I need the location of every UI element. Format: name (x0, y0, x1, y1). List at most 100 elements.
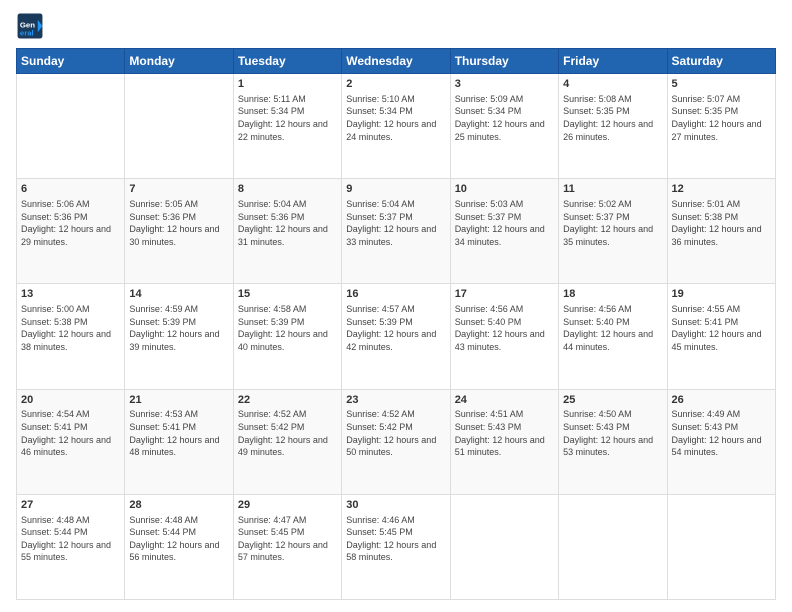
calendar-cell: 16Sunrise: 4:57 AMSunset: 5:39 PMDayligh… (342, 284, 450, 389)
calendar-cell: 30Sunrise: 4:46 AMSunset: 5:45 PMDayligh… (342, 494, 450, 599)
day-info: Sunrise: 4:48 AMSunset: 5:44 PMDaylight:… (21, 514, 120, 564)
day-info: Sunrise: 5:09 AMSunset: 5:34 PMDaylight:… (455, 93, 554, 143)
day-info: Sunrise: 4:47 AMSunset: 5:45 PMDaylight:… (238, 514, 337, 564)
day-number: 22 (238, 393, 337, 408)
calendar-cell: 23Sunrise: 4:52 AMSunset: 5:42 PMDayligh… (342, 389, 450, 494)
day-info: Sunrise: 4:46 AMSunset: 5:45 PMDaylight:… (346, 514, 445, 564)
day-info: Sunrise: 4:48 AMSunset: 5:44 PMDaylight:… (129, 514, 228, 564)
calendar-cell: 3Sunrise: 5:09 AMSunset: 5:34 PMDaylight… (450, 74, 558, 179)
calendar-week-1: 1Sunrise: 5:11 AMSunset: 5:34 PMDaylight… (17, 74, 776, 179)
day-info: Sunrise: 4:52 AMSunset: 5:42 PMDaylight:… (238, 408, 337, 458)
weekday-header-friday: Friday (559, 49, 667, 74)
calendar-cell: 10Sunrise: 5:03 AMSunset: 5:37 PMDayligh… (450, 179, 558, 284)
day-info: Sunrise: 4:52 AMSunset: 5:42 PMDaylight:… (346, 408, 445, 458)
day-number: 10 (455, 182, 554, 197)
day-number: 16 (346, 287, 445, 302)
day-info: Sunrise: 4:53 AMSunset: 5:41 PMDaylight:… (129, 408, 228, 458)
calendar-week-3: 13Sunrise: 5:00 AMSunset: 5:38 PMDayligh… (17, 284, 776, 389)
day-info: Sunrise: 4:57 AMSunset: 5:39 PMDaylight:… (346, 303, 445, 353)
day-info: Sunrise: 4:55 AMSunset: 5:41 PMDaylight:… (672, 303, 771, 353)
day-number: 24 (455, 393, 554, 408)
day-info: Sunrise: 5:10 AMSunset: 5:34 PMDaylight:… (346, 93, 445, 143)
day-number: 19 (672, 287, 771, 302)
calendar-week-5: 27Sunrise: 4:48 AMSunset: 5:44 PMDayligh… (17, 494, 776, 599)
day-number: 25 (563, 393, 662, 408)
day-number: 2 (346, 77, 445, 92)
weekday-header-saturday: Saturday (667, 49, 775, 74)
day-info: Sunrise: 5:04 AMSunset: 5:37 PMDaylight:… (346, 198, 445, 248)
day-info: Sunrise: 5:02 AMSunset: 5:37 PMDaylight:… (563, 198, 662, 248)
weekday-header-thursday: Thursday (450, 49, 558, 74)
day-number: 20 (21, 393, 120, 408)
calendar-cell: 13Sunrise: 5:00 AMSunset: 5:38 PMDayligh… (17, 284, 125, 389)
calendar-week-4: 20Sunrise: 4:54 AMSunset: 5:41 PMDayligh… (17, 389, 776, 494)
day-info: Sunrise: 4:51 AMSunset: 5:43 PMDaylight:… (455, 408, 554, 458)
calendar-page: Gen eral SundayMondayTuesdayWednesdayThu… (0, 0, 792, 612)
day-number: 17 (455, 287, 554, 302)
calendar-cell: 8Sunrise: 5:04 AMSunset: 5:36 PMDaylight… (233, 179, 341, 284)
day-number: 1 (238, 77, 337, 92)
calendar-cell: 6Sunrise: 5:06 AMSunset: 5:36 PMDaylight… (17, 179, 125, 284)
calendar-cell: 17Sunrise: 4:56 AMSunset: 5:40 PMDayligh… (450, 284, 558, 389)
header: Gen eral (16, 12, 776, 40)
svg-text:eral: eral (20, 28, 34, 37)
day-number: 11 (563, 182, 662, 197)
day-number: 4 (563, 77, 662, 92)
day-info: Sunrise: 5:05 AMSunset: 5:36 PMDaylight:… (129, 198, 228, 248)
day-number: 18 (563, 287, 662, 302)
day-number: 5 (672, 77, 771, 92)
day-info: Sunrise: 5:04 AMSunset: 5:36 PMDaylight:… (238, 198, 337, 248)
calendar-cell: 1Sunrise: 5:11 AMSunset: 5:34 PMDaylight… (233, 74, 341, 179)
weekday-header-tuesday: Tuesday (233, 49, 341, 74)
day-info: Sunrise: 5:06 AMSunset: 5:36 PMDaylight:… (21, 198, 120, 248)
day-info: Sunrise: 5:01 AMSunset: 5:38 PMDaylight:… (672, 198, 771, 248)
weekday-header-monday: Monday (125, 49, 233, 74)
day-number: 12 (672, 182, 771, 197)
calendar-week-2: 6Sunrise: 5:06 AMSunset: 5:36 PMDaylight… (17, 179, 776, 284)
day-number: 23 (346, 393, 445, 408)
calendar-cell: 24Sunrise: 4:51 AMSunset: 5:43 PMDayligh… (450, 389, 558, 494)
calendar-cell: 29Sunrise: 4:47 AMSunset: 5:45 PMDayligh… (233, 494, 341, 599)
day-info: Sunrise: 4:58 AMSunset: 5:39 PMDaylight:… (238, 303, 337, 353)
calendar-cell: 25Sunrise: 4:50 AMSunset: 5:43 PMDayligh… (559, 389, 667, 494)
day-number: 15 (238, 287, 337, 302)
calendar-cell: 4Sunrise: 5:08 AMSunset: 5:35 PMDaylight… (559, 74, 667, 179)
day-number: 7 (129, 182, 228, 197)
calendar-cell (125, 74, 233, 179)
day-info: Sunrise: 5:03 AMSunset: 5:37 PMDaylight:… (455, 198, 554, 248)
calendar-cell: 28Sunrise: 4:48 AMSunset: 5:44 PMDayligh… (125, 494, 233, 599)
day-info: Sunrise: 5:07 AMSunset: 5:35 PMDaylight:… (672, 93, 771, 143)
calendar-cell: 19Sunrise: 4:55 AMSunset: 5:41 PMDayligh… (667, 284, 775, 389)
weekday-header-sunday: Sunday (17, 49, 125, 74)
calendar-cell: 12Sunrise: 5:01 AMSunset: 5:38 PMDayligh… (667, 179, 775, 284)
day-number: 13 (21, 287, 120, 302)
day-info: Sunrise: 5:11 AMSunset: 5:34 PMDaylight:… (238, 93, 337, 143)
calendar-cell: 20Sunrise: 4:54 AMSunset: 5:41 PMDayligh… (17, 389, 125, 494)
day-info: Sunrise: 4:49 AMSunset: 5:43 PMDaylight:… (672, 408, 771, 458)
day-number: 6 (21, 182, 120, 197)
calendar-cell: 7Sunrise: 5:05 AMSunset: 5:36 PMDaylight… (125, 179, 233, 284)
calendar-cell: 22Sunrise: 4:52 AMSunset: 5:42 PMDayligh… (233, 389, 341, 494)
day-number: 30 (346, 498, 445, 513)
day-info: Sunrise: 4:59 AMSunset: 5:39 PMDaylight:… (129, 303, 228, 353)
day-number: 29 (238, 498, 337, 513)
day-number: 28 (129, 498, 228, 513)
day-info: Sunrise: 5:08 AMSunset: 5:35 PMDaylight:… (563, 93, 662, 143)
calendar-cell: 5Sunrise: 5:07 AMSunset: 5:35 PMDaylight… (667, 74, 775, 179)
calendar-cell: 18Sunrise: 4:56 AMSunset: 5:40 PMDayligh… (559, 284, 667, 389)
calendar-cell: 9Sunrise: 5:04 AMSunset: 5:37 PMDaylight… (342, 179, 450, 284)
day-info: Sunrise: 4:56 AMSunset: 5:40 PMDaylight:… (455, 303, 554, 353)
calendar-cell: 21Sunrise: 4:53 AMSunset: 5:41 PMDayligh… (125, 389, 233, 494)
day-number: 21 (129, 393, 228, 408)
calendar-cell: 15Sunrise: 4:58 AMSunset: 5:39 PMDayligh… (233, 284, 341, 389)
day-info: Sunrise: 4:56 AMSunset: 5:40 PMDaylight:… (563, 303, 662, 353)
day-number: 27 (21, 498, 120, 513)
logo-icon: Gen eral (16, 12, 44, 40)
day-number: 3 (455, 77, 554, 92)
calendar-cell (559, 494, 667, 599)
calendar-cell: 2Sunrise: 5:10 AMSunset: 5:34 PMDaylight… (342, 74, 450, 179)
day-number: 14 (129, 287, 228, 302)
logo: Gen eral (16, 12, 48, 40)
calendar-cell: 14Sunrise: 4:59 AMSunset: 5:39 PMDayligh… (125, 284, 233, 389)
calendar-cell (17, 74, 125, 179)
